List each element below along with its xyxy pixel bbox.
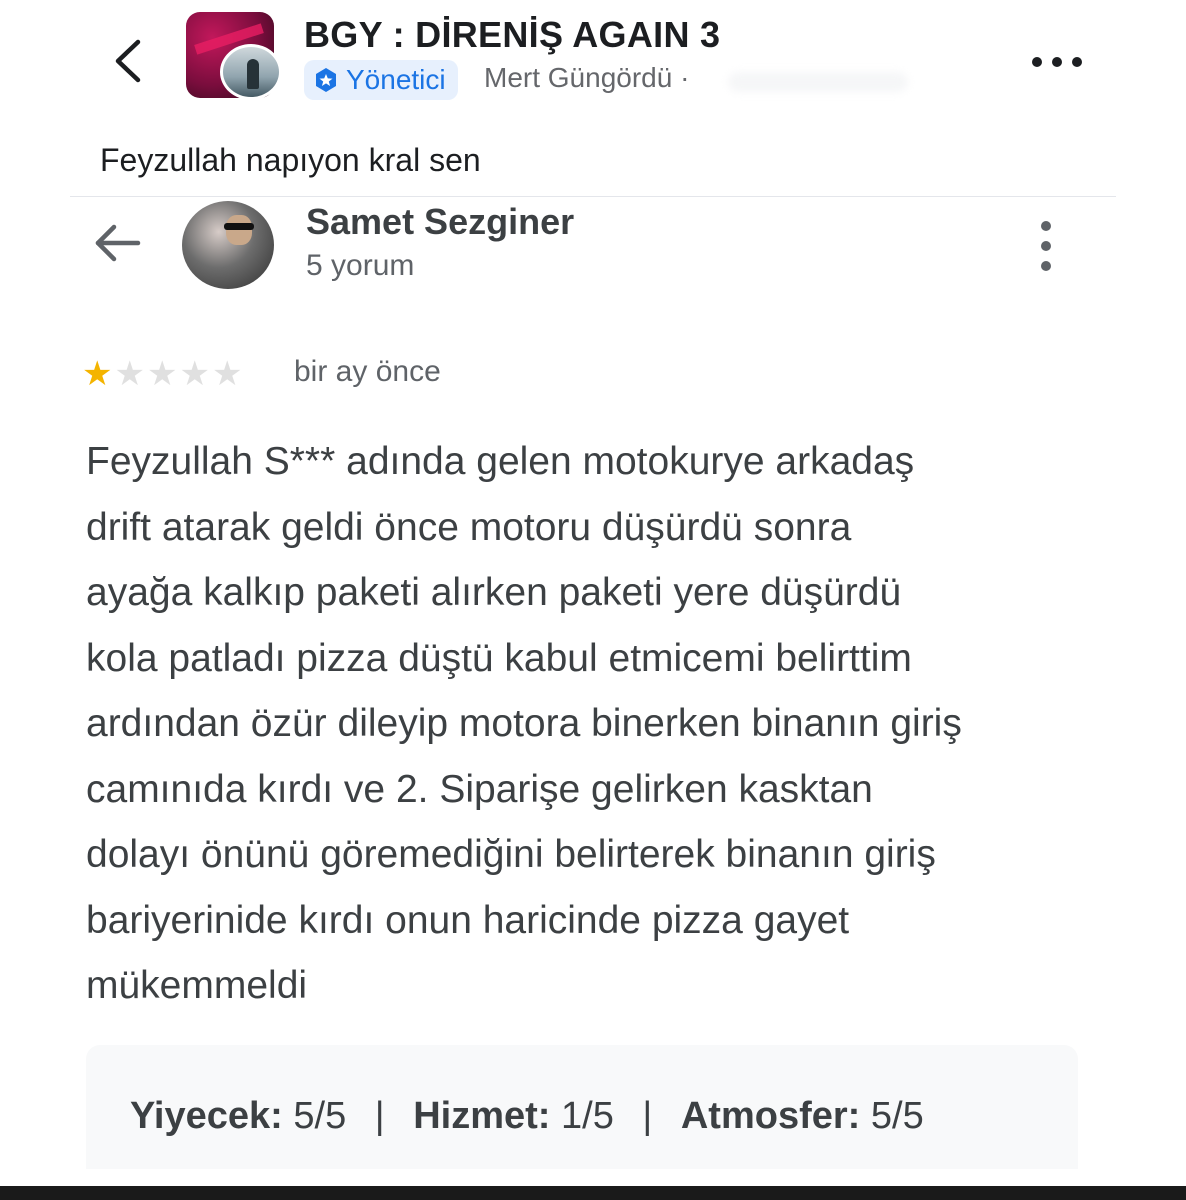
arrow-left-icon[interactable]: [92, 223, 142, 263]
rating-separator: |: [642, 1095, 653, 1137]
reviewer-name[interactable]: Samet Sezginer: [306, 201, 574, 243]
sub-ratings-row: Yiyecek: 5/5 | Hizmet: 1/5 | Atmosfer: 5…: [130, 1095, 924, 1138]
star-empty-icon: ★: [179, 355, 210, 393]
review-text-line: bariyerinide kırdı onun haricinde pizza …: [86, 898, 850, 942]
star-filled-icon: ★: [82, 355, 113, 393]
review-text-line: Feyzullah S*** adında gelen motokurye ar…: [86, 440, 915, 483]
author-name[interactable]: Mert Güngördü ·: [484, 62, 689, 94]
star-rating: ★ ★ ★ ★ ★: [82, 357, 242, 391]
review-text-line: mükemmeldi: [86, 964, 308, 1007]
author-avatar[interactable]: [220, 44, 282, 100]
review-text: Feyzullah S*** adında gelen motokurye ar…: [86, 429, 1096, 1019]
more-vertical-icon[interactable]: [1036, 221, 1056, 271]
post-caption: Feyzullah napıyon kral sen: [100, 142, 481, 178]
bottom-bar: [0, 1186, 1186, 1200]
review-screenshot: Samet Sezginer 5 yorum ★ ★ ★ ★ ★ bir ay önce…: [70, 196, 1116, 1169]
star-empty-icon: ★: [211, 355, 243, 393]
admin-badge: Yönetici: [304, 60, 458, 100]
review-text-line: ayağa kalkıp paketi alırken paketi yere …: [86, 571, 902, 614]
more-horizontal-icon[interactable]: [1032, 52, 1082, 72]
service-rating-value: 1/5: [561, 1095, 614, 1137]
service-rating-label: Hizmet:: [413, 1095, 551, 1137]
atmosphere-rating-value: 5/5: [870, 1095, 924, 1137]
review-count: 5 yorum: [306, 249, 415, 282]
review-text-line: ardından özür dileyip motora binerken bi…: [86, 702, 962, 745]
review-text-line: dolayı önünü göremediğini belirterek bin…: [86, 833, 936, 876]
chevron-left-icon[interactable]: [108, 36, 148, 86]
shield-star-icon: [316, 68, 336, 92]
star-empty-icon: ★: [146, 355, 178, 393]
review-date: bir ay önce: [294, 355, 441, 388]
star-empty-icon: ★: [114, 355, 145, 393]
group-title[interactable]: BGY : DİRENİŞ AGAIN 3: [304, 14, 720, 56]
admin-label: Yönetici: [346, 64, 446, 95]
rating-separator: |: [374, 1095, 385, 1137]
review-text-line: camınıda kırdı ve 2. Siparişe gelirken k…: [86, 767, 873, 811]
atmosphere-rating-label: Atmosfer:: [680, 1095, 861, 1137]
reviewer-avatar[interactable]: [182, 201, 274, 289]
food-rating-label: Yiyecek:: [130, 1095, 283, 1137]
food-rating-value: 5/5: [293, 1095, 347, 1137]
review-text-line: drift atarak geldi önce motoru düşürdü s…: [86, 505, 852, 549]
review-text-line: kola patladı pizza düştü kabul etmicemi …: [86, 636, 912, 680]
post-header: BGY : DİRENİŞ AGAIN 3 Yönetici Mert Güng…: [0, 0, 1186, 120]
sub-ratings-box: Yiyecek: 5/5 | Hizmet: 1/5 | Atmosfer: 5…: [86, 1045, 1078, 1169]
blurred-metadata: [728, 72, 908, 92]
